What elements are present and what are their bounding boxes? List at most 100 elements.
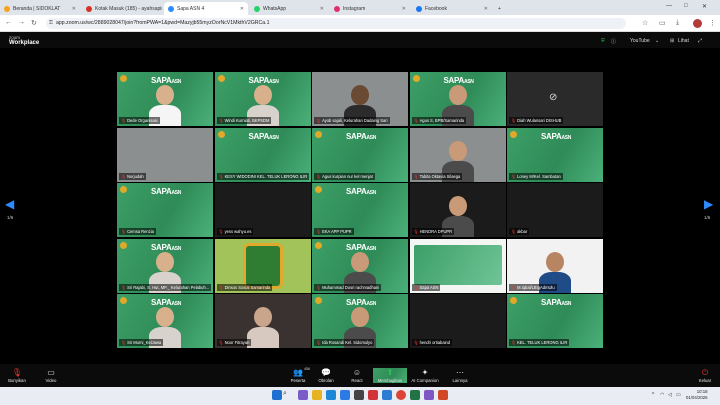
participant-tile[interactable]: SAPAASN 🎙 Cemsa Renzia — [117, 183, 213, 237]
file-explorer-icon[interactable] — [312, 390, 322, 400]
tray-chevron-icon[interactable]: ^ — [652, 392, 654, 398]
participant-name: Noor Fitrayan — [224, 340, 250, 345]
taskbar-app-icon[interactable] — [298, 390, 308, 400]
participant-face — [448, 140, 467, 161]
windows-start-icon[interactable] — [272, 390, 282, 400]
back-icon[interactable]: ← — [5, 19, 12, 26]
participant-tile[interactable]: 🎙 yess wahyu.es — [214, 183, 311, 237]
participant-tile[interactable]: SAPAASN 🎙 Ida Rosandi Kel. Sidomulyo — [312, 294, 408, 348]
bookmark-star-icon[interactable]: ☆ — [642, 19, 648, 27]
edge-browser-icon[interactable] — [326, 390, 336, 400]
taskbar-search-icon[interactable]: ⌕ — [283, 390, 295, 401]
sparkle-icon: ✦ — [421, 368, 429, 377]
taskbar-clock[interactable]: 10:18 01/04/2026 — [686, 389, 708, 401]
participant-tile[interactable]: 🎙 Tabita Oktavia Silaega — [409, 127, 506, 182]
tab-favicon-icon — [86, 5, 92, 12]
prev-page-arrow[interactable]: ◀ — [5, 197, 14, 211]
download-icon[interactable]: ⤓ — [676, 19, 679, 27]
participant-name-tag: 🎙 Loney M/Kel. Sambutan — [509, 172, 563, 180]
office-app-icon[interactable] — [368, 390, 378, 400]
close-tab-icon[interactable]: ✕ — [402, 6, 406, 12]
video-button[interactable]: ▭ Video — [34, 368, 68, 383]
battery-icon[interactable]: ▭ — [676, 392, 681, 398]
participant-tile[interactable]: SAPAASN 🎙 Windi Kurniati, BKPSDM — [214, 72, 311, 126]
browser-tab[interactable]: Sapa ASN 4 ✕ — [164, 2, 248, 15]
mail-app-icon[interactable] — [340, 390, 350, 400]
participant-name: Cemsa Renzia — [127, 229, 154, 234]
split-view-icon[interactable]: ▭ — [659, 19, 666, 27]
participant-tile[interactable]: 🎙 Sapa ASN — [409, 238, 506, 293]
react-button[interactable]: ☺ React — [340, 368, 374, 383]
participant-tile[interactable]: 🎙 Dinsos Sosial Samarinda — [214, 238, 311, 293]
security-shield-icon[interactable]: ⛨ — [601, 38, 605, 44]
browser-tab[interactable]: Beranda | SIDOKLAT ✕ — [0, 2, 80, 15]
video-gallery: SAPAASN 🎙 Dede Organisasi SAPAASN 🎙 Windi Kur… — [117, 72, 603, 348]
participant-tile[interactable]: SAPAASN 🎙 EKA APP PUPR — [312, 183, 408, 237]
close-tab-icon[interactable]: ✕ — [72, 6, 76, 12]
participant-tile[interactable]: SAPAASN 🎙 KESY WIDODINI KEL. TELUK LERONG … — [214, 127, 311, 182]
wifi-icon[interactable]: ◠ — [660, 392, 664, 398]
participant-name-tag: 🎙 Cemsa Renzia — [119, 228, 156, 235]
site-info-icon[interactable]: ⚿ — [49, 18, 53, 29]
close-tab-icon[interactable]: ✕ — [484, 6, 488, 12]
reload-icon[interactable]: ↻ — [31, 19, 37, 27]
participant-tile[interactable]: 🎙 Norjudah — [117, 127, 213, 182]
participant-tile[interactable]: SAPAASN 🎙 Sri Murni_KelJawa — [117, 294, 213, 348]
participant-tile[interactable]: 🎙 M.Iqbal/LBIgAdmUlu — [507, 238, 603, 293]
youtube-label[interactable]: YouTube — [630, 38, 650, 44]
minimize-button[interactable]: — — [666, 3, 672, 9]
browser-tab[interactable]: Kotak Masuk (185) - ayahsapir@...✕ — [82, 2, 162, 15]
browser-menu-icon[interactable]: ⋮ — [709, 19, 716, 27]
participant-tile[interactable]: SAPAASN 🎙 Loney M/Kel. Sambutan — [507, 127, 603, 182]
participant-name-tag: 🎙 EKA APP PUPR — [314, 228, 354, 235]
next-page-arrow[interactable]: ▶ — [704, 197, 713, 211]
participant-tile[interactable]: SAPAASN 🎙 KEL. TELUK LERONG ILIR — [507, 294, 603, 348]
muted-mic-icon: 🎙 — [511, 173, 517, 179]
fullscreen-icon[interactable]: ⤢ — [698, 38, 702, 44]
chat-button[interactable]: 💬 Obrolan — [309, 368, 343, 383]
volume-icon[interactable]: ◁ — [668, 392, 672, 398]
chrome-icon[interactable] — [396, 390, 406, 400]
profile-avatar[interactable] — [693, 19, 702, 28]
view-grid-icon[interactable]: ⊞ — [670, 38, 674, 44]
forward-icon[interactable]: → — [18, 19, 25, 26]
browser-tab[interactable]: Facebook ✕ — [412, 2, 492, 15]
word-app-icon[interactable] — [382, 390, 392, 400]
leave-icon: ⏻ — [701, 368, 709, 377]
powerpoint-app-icon[interactable] — [438, 390, 448, 400]
unmute-button[interactable]: 🎙 Bunyikan — [0, 368, 34, 383]
participant-tile[interactable]: SAPAASN 🎙 Sri Rajabi, S. Hut, MP._ Kelurah… — [117, 238, 213, 293]
store-app-icon[interactable] — [354, 390, 364, 400]
muted-mic-icon: 🎙 — [218, 173, 224, 179]
maximize-button[interactable]: □ — [684, 3, 688, 9]
view-label[interactable]: Lihat — [678, 38, 689, 44]
tab-favicon-icon — [334, 5, 340, 12]
participant-tile[interactable]: 🎙 akbar — [507, 183, 603, 237]
participant-tile[interactable]: ⊘ 🎙 Diah Wulansari DISHUB — [507, 72, 603, 126]
close-tab-icon[interactable]: ✕ — [320, 6, 324, 12]
excel-app-icon[interactable] — [410, 390, 420, 400]
new-tab-button[interactable]: + — [494, 2, 506, 15]
participant-tile[interactable]: SAPAASN 🎙 Agus kurpian nur kel menjat — [312, 127, 408, 182]
info-icon[interactable]: ⓘ — [611, 38, 616, 45]
participant-tile[interactable]: 🎙 hendri ortiabaind — [409, 294, 506, 348]
participant-tile[interactable]: SAPAASN 🎙 Muhammad Dosri rachmadhani — [312, 238, 408, 293]
taskbar-app-icon-2[interactable] — [424, 390, 434, 400]
participant-name: Dede Organisasi — [127, 118, 158, 123]
close-tab-icon[interactable]: ✕ — [240, 6, 244, 12]
close-window-button[interactable]: ✕ — [702, 3, 707, 10]
ai-companion-button[interactable]: ✦ AI Companion — [408, 368, 442, 383]
leave-button[interactable]: ⏻ Keluar — [688, 368, 720, 383]
share-button[interactable]: ⬆ Membagikan — [373, 368, 407, 383]
browser-tab[interactable]: WhatsApp ✕ — [250, 2, 328, 15]
more-button[interactable]: ⋯ Lainnya — [443, 368, 477, 383]
chevron-down-icon[interactable]: ⌄ — [655, 38, 659, 44]
participant-tile[interactable]: SAPAASN 🎙 Dede Organisasi — [117, 72, 213, 126]
url-field[interactable]: ⚿ app.zoom.us/wc/2889028047/join?fromPWA… — [46, 18, 626, 29]
participant-tile[interactable]: 🎙 Noor Fitrayan — [214, 294, 311, 348]
browser-tab[interactable]: Instagram ✕ — [330, 2, 410, 15]
participant-name-tag: 🎙 yess wahyu.es — [216, 228, 254, 235]
participant-tile[interactable]: SAPAASN 🎙 Agus S, BPB/Samarinda — [409, 72, 506, 126]
participant-tile[interactable]: 🎙 Ayob sajali, Kelurahan Dadaing Sari — [312, 72, 408, 126]
participant-tile[interactable]: 🎙 HENDRA DPUPR — [409, 183, 506, 237]
